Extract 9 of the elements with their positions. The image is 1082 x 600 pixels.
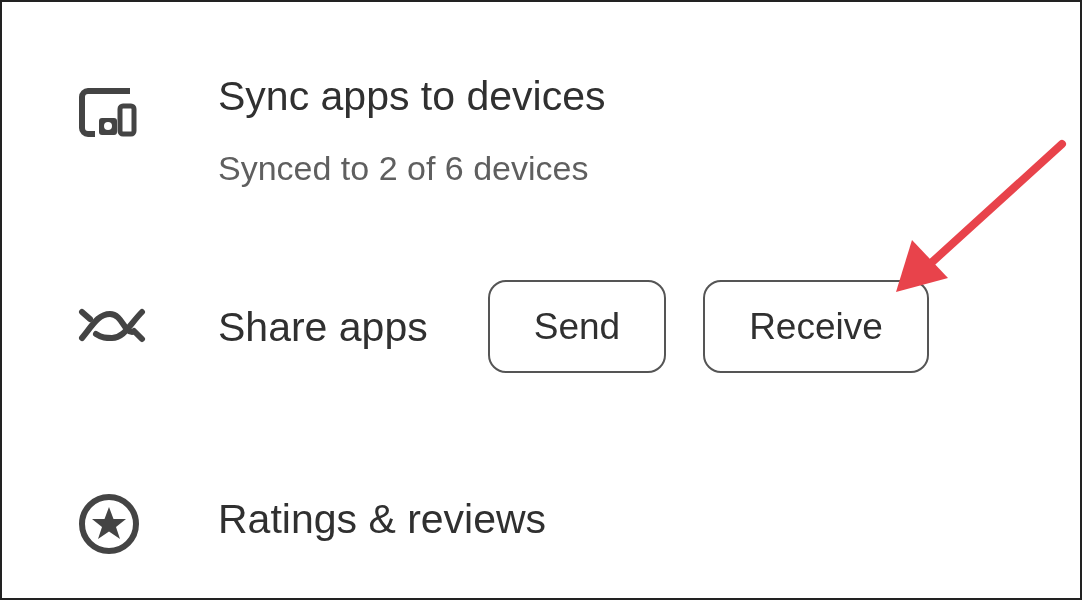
outlined-button[interactable]: Receive xyxy=(703,280,929,373)
share-icon xyxy=(78,308,146,344)
outlined-button[interactable]: Send xyxy=(487,280,667,373)
devices-icon xyxy=(78,88,140,138)
row-title: Share apps xyxy=(218,302,428,352)
row-subtitle: Synced to 2 of 6 devices xyxy=(218,148,590,189)
row-title: Ratings & reviews xyxy=(218,495,547,544)
row-title: Sync apps to devices xyxy=(218,72,606,121)
star-circle-icon xyxy=(78,493,140,555)
